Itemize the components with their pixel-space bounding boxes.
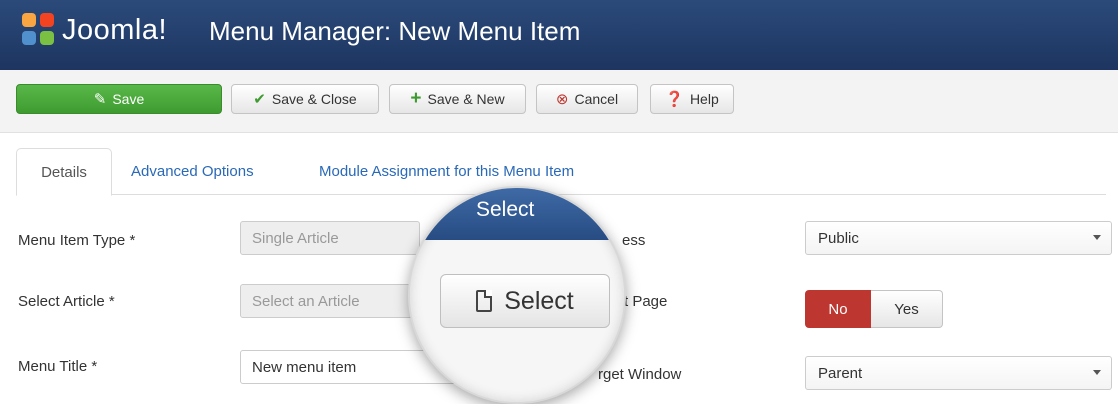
target-window-value: Parent [818, 364, 863, 382]
plus-icon: + [410, 88, 422, 109]
tab-details[interactable]: Details [16, 148, 112, 196]
check-icon: ✔ [253, 91, 266, 108]
magnified-modal-header: Select [410, 188, 624, 240]
help-icon: ❓ [665, 91, 684, 108]
save-label: Save [112, 91, 145, 107]
page-title: Menu Manager: New Menu Item [209, 16, 581, 46]
menu-item-type-field: Single Article [240, 221, 420, 255]
magnified-select-title: Select [476, 198, 535, 221]
help-label: Help [689, 91, 719, 107]
logo-text: Joomla! [62, 13, 168, 46]
cancel-icon: ⊗ [555, 91, 569, 108]
default-page-label: t Page [624, 293, 668, 310]
select-article-label: Select Article * [18, 293, 115, 310]
joomla-logo-icon [22, 13, 56, 47]
save-button[interactable]: ✎ Save [16, 84, 222, 114]
access-value: Public [818, 229, 859, 247]
tab-advanced-options[interactable]: Advanced Options [131, 148, 254, 194]
access-label: ess [622, 232, 646, 249]
default-page-no-button[interactable]: No [805, 290, 871, 328]
toolbar: ✎ Save ✔ Save & Close + Save & New ⊗ Can… [0, 70, 1118, 133]
magnifier-lens: Select Select [408, 186, 626, 404]
cancel-label: Cancel [574, 91, 619, 107]
target-window-select[interactable]: Parent [805, 356, 1112, 390]
edit-icon: ✎ [93, 91, 107, 108]
joomla-logo[interactable]: Joomla! [22, 10, 167, 50]
save-close-button[interactable]: ✔ Save & Close [231, 84, 379, 114]
chevron-down-icon [1093, 235, 1101, 240]
select-article-field: Select an Article [240, 284, 420, 318]
save-new-button[interactable]: + Save & New [389, 84, 526, 114]
menu-title-label: Menu Title * [18, 358, 98, 375]
access-select[interactable]: Public [805, 221, 1112, 255]
default-page-toggle: No Yes [805, 290, 943, 328]
save-close-label: Save & Close [271, 91, 357, 107]
select-article-button[interactable]: Select [440, 274, 610, 328]
target-window-label: rget Window [598, 366, 682, 383]
chevron-down-icon [1093, 370, 1101, 375]
default-page-yes-button[interactable]: Yes [871, 290, 943, 328]
cancel-button[interactable]: ⊗ Cancel [536, 84, 638, 114]
menu-item-type-label: Menu Item Type * [18, 232, 136, 249]
app-header: Joomla! Menu Manager: New Menu Item [0, 0, 1118, 70]
save-new-label: Save & New [427, 91, 505, 107]
help-button[interactable]: ❓ Help [650, 84, 734, 114]
select-button-label: Select [504, 286, 574, 315]
file-icon [476, 290, 493, 312]
